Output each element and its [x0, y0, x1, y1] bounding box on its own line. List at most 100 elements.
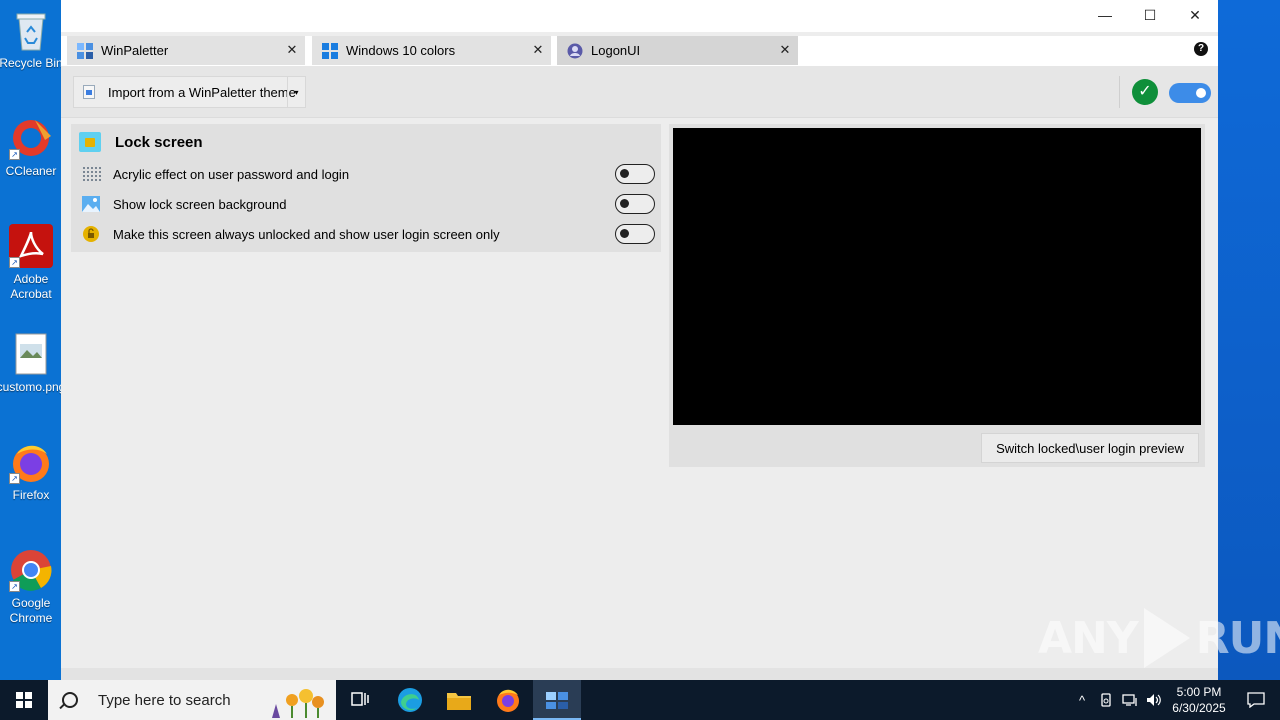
always-unlocked-toggle[interactable] [615, 224, 655, 244]
title-bar: — ☐ ✕ [61, 0, 1218, 32]
desktop-icon-firefox[interactable]: ↗ Firefox [0, 440, 62, 503]
option-show-background: Show lock screen background [81, 192, 655, 216]
close-tab-icon[interactable]: ✕ [778, 43, 792, 57]
help-button[interactable]: ? [1194, 42, 1208, 56]
adobe-acrobat-icon: ↗ [9, 224, 53, 268]
tab-windows-10-colors[interactable]: Windows 10 colors ✕ [312, 36, 551, 65]
shortcut-arrow-icon: ↗ [9, 581, 20, 592]
tab-label: Windows 10 colors [346, 43, 456, 58]
user-icon [567, 43, 583, 58]
import-theme-button[interactable]: Import from a WinPaletter theme ▾ [73, 76, 306, 108]
tab-winpaletter[interactable]: WinPaletter ✕ [67, 36, 305, 65]
enable-toggle[interactable] [1169, 83, 1211, 103]
tab-label: LogonUI [591, 43, 641, 58]
bottom-action-bar [61, 668, 1218, 680]
winpaletter-icon [546, 692, 568, 709]
recycle-bin-icon [9, 8, 53, 52]
firefox-icon [497, 689, 519, 712]
action-center-button[interactable] [1232, 680, 1280, 720]
option-always-unlocked: Make this screen always unlocked and sho… [81, 222, 655, 246]
search-placeholder: Type here to search [98, 691, 231, 709]
option-label: Acrylic effect on user password and logi… [113, 166, 350, 182]
desktop-icon-label: customo.png [0, 380, 66, 394]
windows-logo-icon [16, 692, 32, 708]
taskbar: Type here to search ^ 5:00 PM 6/30/2025 [0, 680, 1280, 720]
lock-screen-panel: Lock screen Acrylic effect on user passw… [71, 124, 661, 252]
desktop-icon-adobe-acrobat[interactable]: ↗ Adobe Acrobat [0, 224, 62, 302]
desktop-background-right [1218, 0, 1280, 680]
ccleaner-icon: ↗ [9, 116, 53, 160]
lock-icon [79, 132, 101, 152]
lock-screen-header: Lock screen [79, 132, 203, 152]
lock-coin-icon [83, 226, 99, 242]
option-label: Make this screen always unlocked and sho… [113, 226, 500, 242]
acrylic-effect-toggle[interactable] [615, 164, 655, 184]
watermark-text: ANY [1038, 612, 1139, 664]
switch-preview-button[interactable]: Switch locked\user login preview [981, 433, 1199, 463]
chrome-icon: ↗ [9, 548, 53, 592]
search-highlight-flowers-icon [272, 689, 324, 718]
taskbar-search-box[interactable]: Type here to search [48, 680, 336, 720]
import-dropdown-button[interactable]: ▾ [287, 77, 305, 107]
shortcut-arrow-icon: ↗ [9, 257, 20, 268]
toolbar: Import from a WinPaletter theme ▾ ✓ [61, 66, 1218, 118]
tab-label: WinPaletter [101, 43, 169, 58]
option-label: Show lock screen background [113, 196, 287, 212]
minimize-button[interactable]: — [1082, 0, 1128, 30]
desktop-icon-google-chrome[interactable]: ↗ Google Chrome [0, 548, 62, 626]
winpaletter-icon [77, 42, 93, 59]
network-icon[interactable] [1118, 680, 1142, 720]
option-acrylic-effect: Acrylic effect on user password and logi… [81, 162, 655, 186]
import-theme-label: Import from a WinPaletter theme [108, 84, 296, 100]
taskbar-firefox[interactable] [484, 680, 532, 720]
task-view-icon [351, 692, 369, 706]
taskbar-winpaletter[interactable] [533, 680, 581, 720]
play-logo-icon [1143, 608, 1190, 668]
toolbar-divider [1119, 76, 1120, 108]
show-background-toggle[interactable] [615, 194, 655, 214]
start-button[interactable] [0, 680, 48, 720]
acrylic-dots-icon [83, 167, 101, 181]
taskbar-clock[interactable]: 5:00 PM 6/30/2025 [1166, 684, 1232, 716]
watermark-text: RUN [1195, 612, 1280, 664]
shortcut-arrow-icon: ↗ [9, 149, 20, 160]
desktop-icon-label: Recycle Bin [0, 56, 63, 70]
maximize-button[interactable]: ☐ [1127, 0, 1173, 30]
close-window-button[interactable]: ✕ [1172, 0, 1218, 30]
tab-strip: WinPaletter ✕ Windows 10 colors ✕ LogonU… [61, 36, 1218, 66]
desktop-icon-label: CCleaner [5, 164, 57, 178]
close-tab-icon[interactable]: ✕ [285, 43, 299, 57]
search-icon [62, 692, 78, 708]
desktop-icon-label: Google Chrome [9, 596, 53, 625]
volume-icon[interactable] [1142, 680, 1166, 720]
show-hidden-icons-button[interactable]: ^ [1070, 680, 1094, 720]
clock-time: 5:00 PM [1176, 685, 1222, 699]
windows-logo-icon [322, 42, 338, 59]
winpaletter-window: — ☐ ✕ WinPaletter ✕ Windows 10 colors ✕ … [61, 0, 1218, 680]
landscape-image-icon [82, 196, 100, 212]
desktop-icon-label: Adobe Acrobat [10, 272, 52, 301]
firefox-icon: ↗ [9, 440, 53, 484]
lock-screen-title: Lock screen [115, 133, 203, 151]
desktop-icon-customo-png[interactable]: customo.png [0, 332, 65, 395]
taskbar-edge[interactable] [386, 680, 434, 720]
device-icon[interactable] [1094, 680, 1118, 720]
taskbar-file-explorer[interactable] [435, 680, 483, 720]
notification-icon [1247, 692, 1265, 708]
file-explorer-icon [447, 693, 471, 710]
theme-file-icon [83, 85, 95, 99]
image-file-icon [9, 332, 53, 376]
desktop-icon-recycle-bin[interactable]: Recycle Bin [0, 8, 63, 71]
preview-panel: Switch locked\user login preview [669, 124, 1205, 467]
tab-logonui[interactable]: LogonUI ✕ [557, 36, 798, 65]
desktop-icon-label: Firefox [12, 488, 50, 502]
desktop-icon-ccleaner[interactable]: ↗ CCleaner [0, 116, 62, 179]
edge-icon [398, 688, 422, 712]
close-tab-icon[interactable]: ✕ [531, 43, 545, 57]
shortcut-arrow-icon: ↗ [9, 473, 20, 484]
anyrun-watermark: ANY RUN [1038, 608, 1280, 668]
checkmark-icon: ✓ [1132, 79, 1158, 105]
logon-preview [673, 128, 1201, 425]
task-view-button[interactable] [336, 680, 384, 720]
clock-date: 6/30/2025 [1172, 701, 1226, 715]
